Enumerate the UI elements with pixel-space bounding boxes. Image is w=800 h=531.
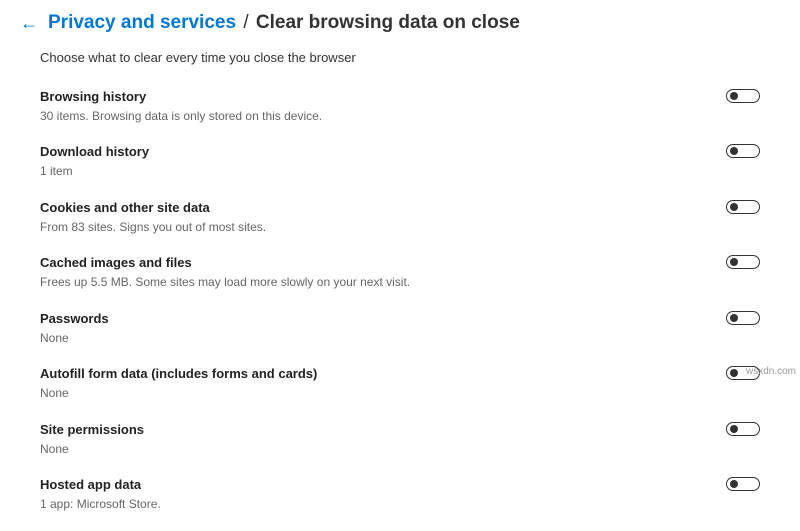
item-title: Site permissions	[40, 422, 706, 439]
watermark: wsxdn.com	[746, 366, 796, 377]
breadcrumb: Privacy and services / Clear browsing da…	[48, 12, 520, 34]
row-passwords: Passwords None	[40, 303, 760, 358]
toggle-download-history[interactable]	[726, 144, 760, 158]
row-cached: Cached images and files Frees up 5.5 MB.…	[40, 247, 760, 302]
row-text: Hosted app data 1 app: Microsoft Store.	[40, 477, 706, 512]
item-desc: None	[40, 386, 706, 402]
toggle-site-permissions[interactable]	[726, 422, 760, 436]
toggle-knob-icon	[730, 258, 738, 266]
toggle-knob-icon	[730, 369, 738, 377]
item-title: Download history	[40, 144, 706, 161]
item-title: Cookies and other site data	[40, 200, 706, 217]
row-text: Browsing history 30 items. Browsing data…	[40, 89, 706, 124]
row-autofill: Autofill form data (includes forms and c…	[40, 358, 760, 413]
breadcrumb-separator: /	[241, 12, 250, 33]
item-desc: 1 item	[40, 164, 706, 180]
row-download-history: Download history 1 item	[40, 136, 760, 191]
item-desc: 30 items. Browsing data is only stored o…	[40, 109, 706, 125]
row-text: Passwords None	[40, 311, 706, 346]
toggle-knob-icon	[730, 92, 738, 100]
item-desc: Frees up 5.5 MB. Some sites may load mor…	[40, 275, 706, 291]
item-title: Browsing history	[40, 89, 706, 106]
item-desc: From 83 sites. Signs you out of most sit…	[40, 220, 706, 236]
row-cookies: Cookies and other site data From 83 site…	[40, 192, 760, 247]
item-desc: 1 app: Microsoft Store.	[40, 497, 706, 513]
toggle-cached[interactable]	[726, 255, 760, 269]
item-title: Hosted app data	[40, 477, 706, 494]
item-desc: None	[40, 442, 706, 458]
page-subtitle: Choose what to clear every time you clos…	[0, 42, 800, 65]
toggle-knob-icon	[730, 480, 738, 488]
row-text: Cookies and other site data From 83 site…	[40, 200, 706, 235]
toggle-knob-icon	[730, 147, 738, 155]
settings-list: Browsing history 30 items. Browsing data…	[0, 65, 800, 525]
breadcrumb-link-privacy[interactable]: Privacy and services	[48, 12, 236, 33]
item-title: Passwords	[40, 311, 706, 328]
row-hosted-app-data: Hosted app data 1 app: Microsoft Store.	[40, 469, 760, 524]
back-arrow-icon[interactable]: ←	[20, 14, 38, 32]
toggle-knob-icon	[730, 425, 738, 433]
row-text: Site permissions None	[40, 422, 706, 457]
item-title: Autofill form data (includes forms and c…	[40, 366, 706, 383]
row-text: Autofill form data (includes forms and c…	[40, 366, 706, 401]
page-header: ← Privacy and services / Clear browsing …	[0, 0, 800, 42]
row-text: Cached images and files Frees up 5.5 MB.…	[40, 255, 706, 290]
item-title: Cached images and files	[40, 255, 706, 272]
toggle-browsing-history[interactable]	[726, 89, 760, 103]
row-text: Download history 1 item	[40, 144, 706, 179]
toggle-cookies[interactable]	[726, 200, 760, 214]
toggle-knob-icon	[730, 203, 738, 211]
row-site-permissions: Site permissions None	[40, 414, 760, 469]
toggle-knob-icon	[730, 314, 738, 322]
row-browsing-history: Browsing history 30 items. Browsing data…	[40, 81, 760, 136]
toggle-hosted-app-data[interactable]	[726, 477, 760, 491]
item-desc: None	[40, 331, 706, 347]
toggle-passwords[interactable]	[726, 311, 760, 325]
breadcrumb-current: Clear browsing data on close	[256, 12, 520, 33]
